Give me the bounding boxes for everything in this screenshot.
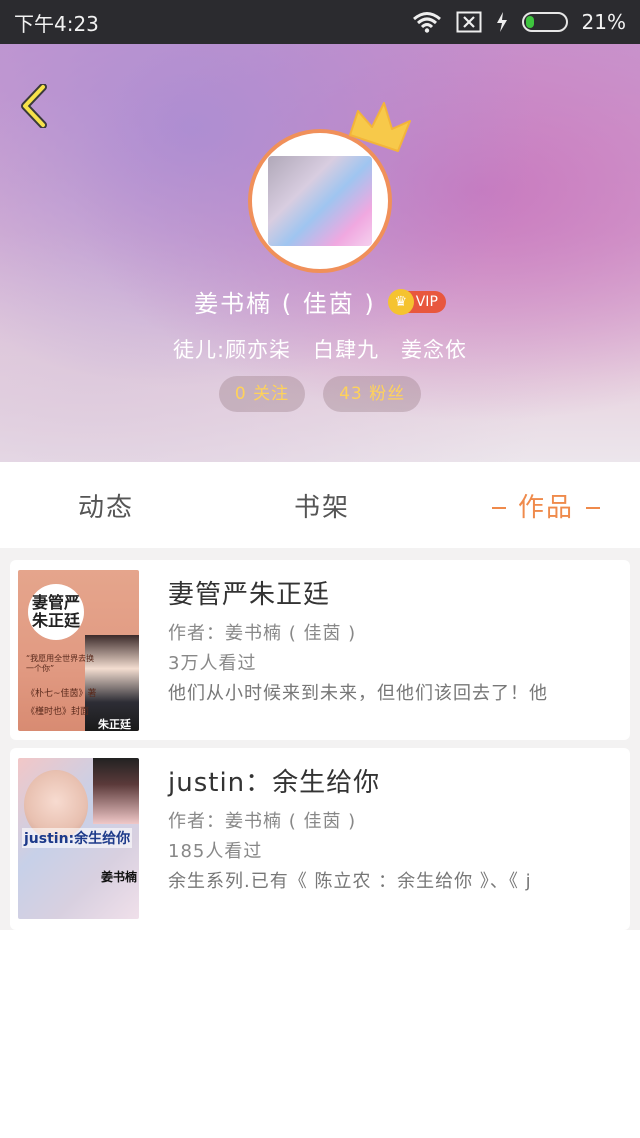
list-item[interactable]: justin:余生给你 姜书楠 justin：余生给你 作者：姜书楠 ( 佳茵 … [10, 748, 630, 930]
disciple-item-3[interactable]: 姜念依 [401, 334, 467, 364]
cover-line-1: “我愿用全世界去换一个你” [26, 654, 95, 673]
disciple-item-2[interactable]: 白肆九 [313, 334, 379, 364]
user-name: 姜书楠 ( 佳茵 ) [194, 290, 376, 318]
battery-percent: 21% [581, 10, 626, 34]
book-info: justin：余生给你 作者：姜书楠 ( 佳茵 ) 185人看过 余生系列.已有… [168, 762, 620, 897]
cover-line-3: 《槿时也》封面 [26, 707, 90, 717]
book-author: 作者：姜书楠 ( 佳茵 ) [168, 623, 357, 644]
cover-signature: 朱正廷 [98, 718, 131, 731]
book-description: 余生系列.已有《 陈立农 ：余生给你 》、《 j [168, 871, 532, 892]
no-sim-icon [456, 11, 482, 33]
works-list: 妻管严 朱正廷 “我愿用全世界去换一个你” 《朴七~佳茵》著 《槿时也》封面 朱… [0, 548, 640, 930]
book-views: 3万人看过 [168, 653, 257, 674]
avatar-image [268, 156, 372, 246]
book-cover: justin:余生给你 姜书楠 [18, 758, 139, 919]
status-icons: 21% [412, 10, 626, 34]
list-item[interactable]: 妻管严 朱正廷 “我愿用全世界去换一个你” 《朴七~佳茵》著 《槿时也》封面 朱… [10, 560, 630, 740]
following-button[interactable]: 0 关注 [218, 376, 306, 412]
book-info: 妻管严朱正廷 作者：姜书楠 ( 佳茵 ) 3万人看过 他们从小时候来到未来，但他… [168, 574, 620, 709]
cover-line-2: 《朴七~佳茵》著 [26, 689, 97, 699]
disciples-label: 徒儿: [172, 338, 226, 362]
book-cover: 妻管严 朱正廷 “我愿用全世界去换一个你” 《朴七~佳茵》著 《槿时也》封面 朱… [18, 570, 139, 731]
cover-signature: 姜书楠 [100, 870, 137, 884]
crown-coin-icon: ♛ [387, 288, 414, 315]
vip-badge[interactable]: ♛ VIP [387, 288, 446, 315]
book-views: 185人看过 [168, 841, 263, 862]
stats-row: 0 关注 43 粉丝 [0, 376, 640, 412]
status-bar: 下午4:23 21% [0, 0, 640, 44]
tab-dash-right [586, 507, 601, 509]
wifi-icon [412, 11, 442, 33]
battery-icon [521, 12, 568, 32]
disciples-row: 徒儿:顾亦柒 白肆九 姜念依 [0, 334, 640, 364]
tab-bookshelf[interactable]: 书架 [294, 487, 350, 524]
name-row: 姜书楠 ( 佳茵 ) ♛ VIP [0, 284, 640, 319]
tab-dash-left [492, 507, 506, 509]
disciple-name: 顾亦柒 [225, 338, 292, 362]
book-title[interactable]: justin：余生给你 [168, 762, 620, 799]
back-button[interactable] [14, 84, 54, 128]
disciple-item-1[interactable]: 徒儿:顾亦柒 [173, 334, 291, 364]
book-author: 作者：姜书楠 ( 佳茵 ) [168, 811, 357, 832]
chevron-left-icon [21, 84, 47, 128]
charging-icon [496, 11, 508, 33]
avatar[interactable] [248, 102, 411, 273]
cover-label: justin:余生给你 [22, 828, 133, 848]
battery-fill [525, 16, 534, 28]
book-title[interactable]: 妻管严朱正廷 [168, 574, 620, 611]
cover-title: 妻管严 朱正廷 [28, 584, 84, 640]
tab-works-label: 作品 [518, 492, 575, 523]
tab-bar: 动态 书架 作品 [0, 462, 640, 548]
tab-works[interactable]: 作品 [480, 487, 612, 524]
book-description: 他们从小时候来到未来，但他们该回去了！他 [168, 683, 548, 704]
followers-button[interactable]: 43 粉丝 [323, 376, 422, 412]
cover-photo [93, 758, 139, 824]
profile-header: 姜书楠 ( 佳茵 ) ♛ VIP 徒儿:顾亦柒 白肆九 姜念依 0 关注 43 … [0, 44, 640, 462]
status-time: 下午4:23 [14, 11, 99, 36]
tab-activity[interactable]: 动态 [78, 487, 134, 524]
crown-icon [349, 102, 411, 152]
